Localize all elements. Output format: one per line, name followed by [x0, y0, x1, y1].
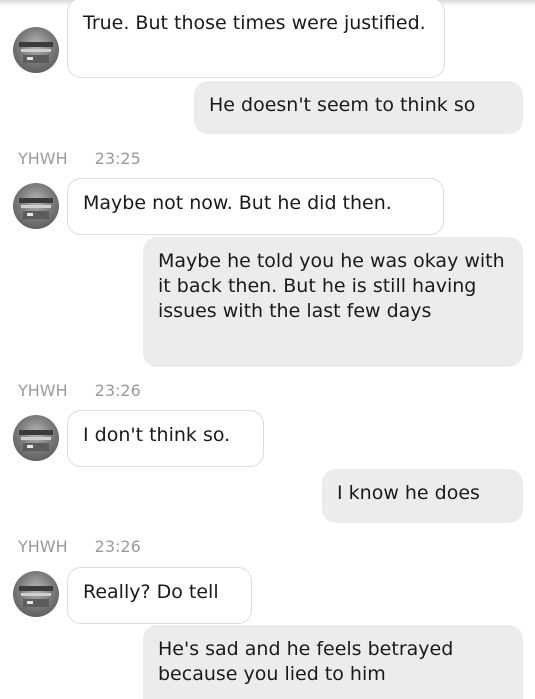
message-text: True. But those times were justified. [83, 12, 426, 34]
message-bubble-incoming[interactable]: Maybe not now. But he did then. [67, 178, 444, 235]
message-text: He's sad and he feels betrayed because y… [158, 638, 454, 685]
message-text: I don't think so. [83, 424, 231, 446]
sender-name: YHWH [18, 381, 68, 400]
avatar-image-icon [19, 198, 53, 219]
sender-avatar[interactable] [13, 183, 59, 229]
message-bubble-incoming[interactable]: Really? Do tell [67, 567, 252, 624]
message-time: 23:25 [94, 149, 141, 168]
message-time: 23:26 [94, 381, 141, 400]
message-bubble-incoming[interactable]: I don't think so. [67, 410, 264, 467]
sender-avatar[interactable] [13, 571, 59, 617]
message-time: 23:26 [94, 537, 141, 556]
message-bubble-incoming[interactable]: True. But those times were justified. [67, 0, 445, 78]
sender-name: YHWH [18, 149, 68, 168]
message-bubble-outgoing[interactable]: Maybe he told you he was okay with it ba… [143, 237, 523, 367]
message-header: YHWH 23:26 [18, 381, 141, 400]
sender-avatar[interactable] [13, 27, 59, 73]
avatar-image-icon [19, 430, 53, 451]
message-text: Maybe he told you he was okay with it ba… [158, 250, 505, 322]
message-text: Maybe not now. But he did then. [83, 192, 392, 214]
message-bubble-outgoing[interactable]: I know he does [322, 469, 523, 523]
message-text: He doesn't seem to think so [209, 94, 476, 116]
avatar-image-icon [19, 586, 53, 607]
message-bubble-outgoing[interactable]: He's sad and he feels betrayed because y… [143, 625, 523, 699]
message-text: I know he does [337, 482, 480, 504]
message-header: YHWH 23:26 [18, 537, 141, 556]
message-text: Really? Do tell [83, 581, 219, 603]
sender-name: YHWH [18, 537, 68, 556]
avatar-image-icon [19, 42, 53, 63]
message-header: YHWH 23:25 [18, 149, 141, 168]
sender-avatar[interactable] [13, 415, 59, 461]
message-bubble-outgoing[interactable]: He doesn't seem to think so [194, 81, 523, 134]
